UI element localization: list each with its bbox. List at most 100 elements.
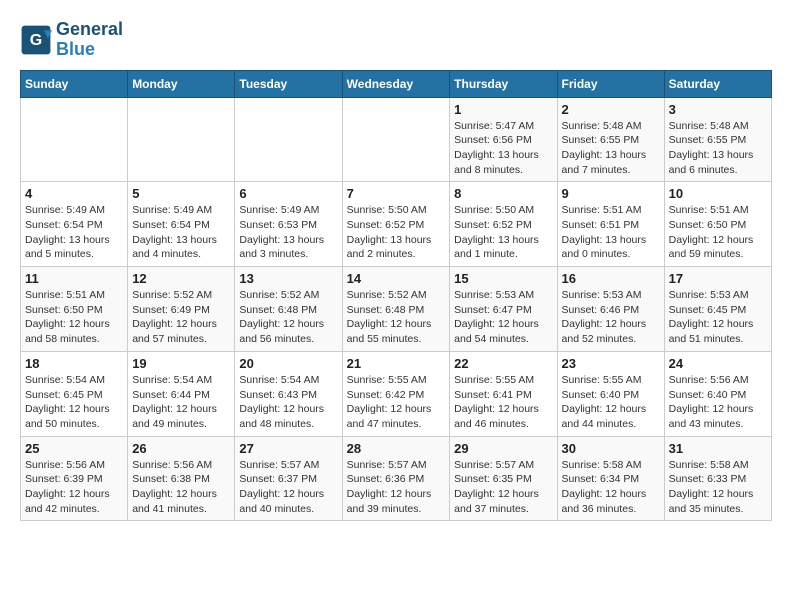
day-number: 14 <box>347 271 446 286</box>
weekday-header: Thursday <box>450 70 557 97</box>
calendar-cell: 24 Sunrise: 5:56 AM Sunset: 6:40 PM Dayli… <box>664 351 771 436</box>
day-info: Sunrise: 5:57 AM Sunset: 6:37 PM Dayligh… <box>239 458 337 517</box>
day-number: 7 <box>347 186 446 201</box>
day-info: Sunrise: 5:55 AM Sunset: 6:42 PM Dayligh… <box>347 373 446 432</box>
day-info: Sunrise: 5:53 AM Sunset: 6:46 PM Dayligh… <box>562 288 660 347</box>
logo-text: GeneralBlue <box>56 20 123 60</box>
day-number: 27 <box>239 441 337 456</box>
weekday-header: Saturday <box>664 70 771 97</box>
day-number: 21 <box>347 356 446 371</box>
calendar-week-row: 18Sunrise: 5:54 AM Sunset: 6:45 PM Dayli… <box>21 351 772 436</box>
day-number: 20 <box>239 356 337 371</box>
calendar-cell: 4 Sunrise: 5:49 AM Sunset: 6:54 PM Daylig… <box>21 182 128 267</box>
calendar-cell: 15 Sunrise: 5:53 AM Sunset: 6:47 PM Dayli… <box>450 267 557 352</box>
calendar-cell: 11Sunrise: 5:51 AM Sunset: 6:50 PM Dayli… <box>21 267 128 352</box>
calendar-cell: 10Sunrise: 5:51 AM Sunset: 6:50 PM Dayli… <box>664 182 771 267</box>
day-number: 13 <box>239 271 337 286</box>
page-header: G GeneralBlue <box>20 20 772 60</box>
day-info: Sunrise: 5:53 AM Sunset: 6:45 PM Dayligh… <box>669 288 767 347</box>
svg-text:G: G <box>30 32 42 49</box>
calendar-cell: 8Sunrise: 5:50 AM Sunset: 6:52 PM Daylig… <box>450 182 557 267</box>
day-number: 29 <box>454 441 552 456</box>
day-info: Sunrise: 5:54 AM Sunset: 6:45 PM Dayligh… <box>25 373 123 432</box>
calendar-cell: 31 Sunrise: 5:58 AM Sunset: 6:33 PM Dayli… <box>664 436 771 521</box>
day-info: Sunrise: 5:58 AM Sunset: 6:34 PM Dayligh… <box>562 458 660 517</box>
calendar-week-row: 4 Sunrise: 5:49 AM Sunset: 6:54 PM Daylig… <box>21 182 772 267</box>
day-number: 22 <box>454 356 552 371</box>
day-number: 6 <box>239 186 337 201</box>
calendar-cell: 23Sunrise: 5:55 AM Sunset: 6:40 PM Dayli… <box>557 351 664 436</box>
day-info: Sunrise: 5:52 AM Sunset: 6:48 PM Dayligh… <box>239 288 337 347</box>
calendar-cell: 27 Sunrise: 5:57 AM Sunset: 6:37 PM Dayli… <box>235 436 342 521</box>
weekday-header: Friday <box>557 70 664 97</box>
day-number: 15 <box>454 271 552 286</box>
calendar-cell: 2 Sunrise: 5:48 AM Sunset: 6:55 PM Daylig… <box>557 97 664 182</box>
day-info: Sunrise: 5:57 AM Sunset: 6:35 PM Dayligh… <box>454 458 552 517</box>
day-info: Sunrise: 5:58 AM Sunset: 6:33 PM Dayligh… <box>669 458 767 517</box>
calendar-cell <box>342 97 450 182</box>
day-info: Sunrise: 5:52 AM Sunset: 6:49 PM Dayligh… <box>132 288 230 347</box>
calendar-cell: 22Sunrise: 5:55 AM Sunset: 6:41 PM Dayli… <box>450 351 557 436</box>
calendar-cell <box>235 97 342 182</box>
day-number: 1 <box>454 102 552 117</box>
day-info: Sunrise: 5:53 AM Sunset: 6:47 PM Dayligh… <box>454 288 552 347</box>
day-number: 30 <box>562 441 660 456</box>
calendar-week-row: 25Sunrise: 5:56 AM Sunset: 6:39 PM Dayli… <box>21 436 772 521</box>
calendar-cell: 28Sunrise: 5:57 AM Sunset: 6:36 PM Dayli… <box>342 436 450 521</box>
calendar-cell: 16 Sunrise: 5:53 AM Sunset: 6:46 PM Dayli… <box>557 267 664 352</box>
calendar-cell: 26 Sunrise: 5:56 AM Sunset: 6:38 PM Dayli… <box>128 436 235 521</box>
day-info: Sunrise: 5:57 AM Sunset: 6:36 PM Dayligh… <box>347 458 446 517</box>
day-number: 12 <box>132 271 230 286</box>
logo-icon: G <box>20 24 52 56</box>
day-number: 26 <box>132 441 230 456</box>
calendar-cell: 9 Sunrise: 5:51 AM Sunset: 6:51 PM Daylig… <box>557 182 664 267</box>
day-number: 2 <box>562 102 660 117</box>
calendar-cell <box>128 97 235 182</box>
day-info: Sunrise: 5:49 AM Sunset: 6:54 PM Dayligh… <box>132 203 230 262</box>
day-info: Sunrise: 5:48 AM Sunset: 6:55 PM Dayligh… <box>669 119 767 178</box>
calendar-week-row: 11Sunrise: 5:51 AM Sunset: 6:50 PM Dayli… <box>21 267 772 352</box>
day-number: 4 <box>25 186 123 201</box>
day-number: 8 <box>454 186 552 201</box>
calendar-cell: 6 Sunrise: 5:49 AM Sunset: 6:53 PM Daylig… <box>235 182 342 267</box>
day-info: Sunrise: 5:56 AM Sunset: 6:38 PM Dayligh… <box>132 458 230 517</box>
weekday-header-row: SundayMondayTuesdayWednesdayThursdayFrid… <box>21 70 772 97</box>
day-info: Sunrise: 5:54 AM Sunset: 6:43 PM Dayligh… <box>239 373 337 432</box>
day-number: 16 <box>562 271 660 286</box>
day-info: Sunrise: 5:49 AM Sunset: 6:53 PM Dayligh… <box>239 203 337 262</box>
day-info: Sunrise: 5:50 AM Sunset: 6:52 PM Dayligh… <box>347 203 446 262</box>
calendar-cell: 12 Sunrise: 5:52 AM Sunset: 6:49 PM Dayli… <box>128 267 235 352</box>
calendar-cell: 25Sunrise: 5:56 AM Sunset: 6:39 PM Dayli… <box>21 436 128 521</box>
day-info: Sunrise: 5:52 AM Sunset: 6:48 PM Dayligh… <box>347 288 446 347</box>
day-number: 19 <box>132 356 230 371</box>
logo: G GeneralBlue <box>20 20 123 60</box>
weekday-header: Monday <box>128 70 235 97</box>
calendar-cell: 14 Sunrise: 5:52 AM Sunset: 6:48 PM Dayli… <box>342 267 450 352</box>
calendar-table: SundayMondayTuesdayWednesdayThursdayFrid… <box>20 70 772 522</box>
day-number: 9 <box>562 186 660 201</box>
day-info: Sunrise: 5:54 AM Sunset: 6:44 PM Dayligh… <box>132 373 230 432</box>
calendar-cell: 21 Sunrise: 5:55 AM Sunset: 6:42 PM Dayli… <box>342 351 450 436</box>
day-info: Sunrise: 5:49 AM Sunset: 6:54 PM Dayligh… <box>25 203 123 262</box>
weekday-header: Tuesday <box>235 70 342 97</box>
calendar-cell: 7 Sunrise: 5:50 AM Sunset: 6:52 PM Daylig… <box>342 182 450 267</box>
day-number: 5 <box>132 186 230 201</box>
calendar-cell: 19 Sunrise: 5:54 AM Sunset: 6:44 PM Dayli… <box>128 351 235 436</box>
day-info: Sunrise: 5:51 AM Sunset: 6:50 PM Dayligh… <box>25 288 123 347</box>
day-number: 31 <box>669 441 767 456</box>
day-info: Sunrise: 5:51 AM Sunset: 6:51 PM Dayligh… <box>562 203 660 262</box>
calendar-cell: 5 Sunrise: 5:49 AM Sunset: 6:54 PM Daylig… <box>128 182 235 267</box>
calendar-cell: 30 Sunrise: 5:58 AM Sunset: 6:34 PM Dayli… <box>557 436 664 521</box>
day-info: Sunrise: 5:47 AM Sunset: 6:56 PM Dayligh… <box>454 119 552 178</box>
day-info: Sunrise: 5:48 AM Sunset: 6:55 PM Dayligh… <box>562 119 660 178</box>
calendar-cell: 18Sunrise: 5:54 AM Sunset: 6:45 PM Dayli… <box>21 351 128 436</box>
calendar-cell: 17 Sunrise: 5:53 AM Sunset: 6:45 PM Dayli… <box>664 267 771 352</box>
day-number: 3 <box>669 102 767 117</box>
day-number: 25 <box>25 441 123 456</box>
day-info: Sunrise: 5:56 AM Sunset: 6:40 PM Dayligh… <box>669 373 767 432</box>
weekday-header: Wednesday <box>342 70 450 97</box>
day-number: 10 <box>669 186 767 201</box>
day-number: 24 <box>669 356 767 371</box>
calendar-cell: 1 Sunrise: 5:47 AM Sunset: 6:56 PM Daylig… <box>450 97 557 182</box>
day-number: 17 <box>669 271 767 286</box>
